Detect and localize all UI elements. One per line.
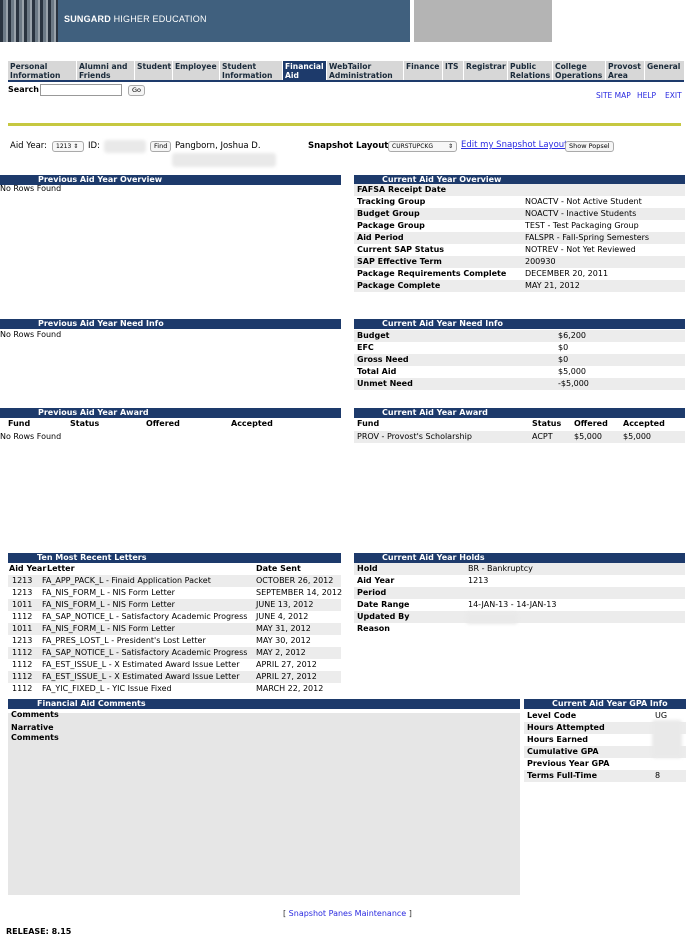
letter-row: 1011 FA_NIS_FORM_L - NIS Form Letter JUNE … [8,599,341,611]
gpa-row: Terms Full-Time 8 [524,770,686,782]
cur-award-header: Current Aid Year Award [354,408,685,418]
overview-row: SAP Effective Term 200930 [354,256,685,268]
student-name: Pangborn, Joshua D. [175,141,261,151]
letter-row: 1011 FA_NIS_FORM_L - NIS Form Letter MAY 3… [8,623,341,635]
overview-row: Tracking Group NOACTV - Not Active Studen… [357,197,642,206]
snapshot-panes-maintenance-link[interactable]: Snapshot Panes Maintenance [289,909,407,918]
go-button[interactable]: Go [128,85,146,96]
letters-header-row: Aid Year Letter Date Sent [9,564,301,573]
letter-row: 1213 FA_APP_PACK_L - Finaid Application P… [8,575,341,587]
tab-alumni-and-friends[interactable]: Alumni and Friends [77,61,134,80]
letters-header: Ten Most Recent Letters [8,553,341,563]
overview-row: Budget Group NOACTV - Inactive Students [354,208,685,220]
award-row: PROV - Provost's Scholarship ACPT $5,000 $5… [354,431,685,443]
snapshot-layout-label: Snapshot Layout: [308,141,392,151]
prev-award-header: Previous Aid Year Award [0,408,341,418]
search-input[interactable] [40,84,122,96]
banner-side-block [414,0,552,42]
tab-finance[interactable]: Finance [404,61,442,80]
tab-student[interactable]: Student [135,61,172,80]
comments-label: Comments [11,710,59,719]
gpa-row: Previous Year GPA [527,759,610,768]
aid-year-select[interactable]: 1213 ⇕ [52,141,84,152]
redacted-text [466,612,518,624]
select-arrows-icon: ⇕ [447,143,453,150]
no-rows-found: No Rows Found [0,330,62,339]
narrative-comments-label: Narrative Comments [11,723,59,742]
letter-row: 1213 FA_PRES_LOST_L - President's Lost Le… [12,636,311,645]
comments-header: Financial Aid Comments [8,699,520,709]
tab-its[interactable]: ITS [443,61,463,80]
select-arrows-icon: ⇕ [73,143,79,150]
comments-text-area [8,713,520,895]
hold-row: Period [354,587,685,599]
tab-public-relations[interactable]: Public Relations [508,61,552,80]
banner-logo: SUNGARD HIGHER EDUCATION [64,14,207,24]
overview-row: FAFSA Receipt Date [354,184,685,196]
need-row: Unmet Need -$5,000 [354,378,685,390]
letter-row: 1213 FA_NIS_FORM_L - NIS Form Letter SEPTE… [12,588,343,597]
hold-row: Reason [357,624,390,633]
tab-underline [8,80,684,82]
overview-row: Package Requirements Complete DECEMBER 20… [357,269,609,278]
footer-link-wrapper: [ Snapshot Panes Maintenance ] [283,909,412,918]
award-header-row: Fund Status Offered Accepted [357,419,665,428]
prev-need-header: Previous Aid Year Need Info [0,319,341,329]
banner-photo [0,0,58,42]
gpa-header: Current Aid Year GPA Info [524,699,686,709]
award-header-row: Fund Status Offered Accepted [8,419,273,428]
find-button[interactable]: Find [150,141,172,152]
letter-row: 1112 FA_SAP_NOTICE_L - Satisfactory Acade… [8,647,341,659]
search-label: Search [8,85,39,94]
tab-financial-aid[interactable]: Financial Aid [283,61,326,80]
letter-row: 1112 FA_EST_ISSUE_L - X Estimated Award I… [12,660,317,669]
edit-snapshot-layout-link[interactable]: Edit my Snapshot Layout [461,140,568,150]
no-rows-found: No Rows Found [0,184,62,193]
overview-row: Package Complete MAY 21, 2012 [354,280,685,292]
id-input[interactable] [104,140,146,153]
need-row: Total Aid $5,000 [357,367,586,376]
overview-row: Package Group TEST - Test Packaging Group [357,221,639,230]
no-rows-found: No Rows Found [0,432,62,441]
tab-general[interactable]: General [645,61,684,80]
tab-registrar[interactable]: Registrar [464,61,507,80]
id-label: ID: [88,141,100,151]
cur-need-header: Current Aid Year Need Info [354,319,685,329]
show-popsel-button[interactable]: Show Popsel [565,141,614,152]
tab-college-operations[interactable]: College Operations [553,61,605,80]
letter-row: 1112 FA_SAP_NOTICE_L - Satisfactory Acade… [12,612,309,621]
divider [8,123,681,126]
snapshot-layout-select[interactable]: CURSTUPCKG ⇕ [388,141,457,152]
tab-webtailor-administration[interactable]: WebTailor Administration [327,61,403,80]
overview-row: Current SAP Status NOTREV - Not Yet Revie… [357,245,636,254]
redacted-values [652,720,682,758]
need-row: EFC $0 [357,343,569,352]
help-link[interactable]: HELP [637,91,656,100]
need-row: Gross Need $0 [354,354,685,366]
hold-row: Date Range 14-JAN-13 - 14-JAN-13 [357,600,557,609]
aid-year-label: Aid Year: [10,141,47,151]
tab-personal-information[interactable]: Personal Information [8,61,76,80]
exit-link[interactable]: EXIT [665,91,682,100]
letter-row: 1112 FA_YIC_FIXED_L - YIC Issue Fixed MARC… [12,684,324,693]
aid-year-value: 1213 [56,143,72,150]
need-row: Budget $6,200 [354,330,685,342]
site-map-link[interactable]: SITE MAP [596,91,631,100]
tab-provost-area[interactable]: Provost Area [606,61,644,80]
hold-row: Updated By [354,611,685,623]
overview-row: Aid Period FALSPR - Fall-Spring Semesters [354,232,685,244]
tab-employee[interactable]: Employee [173,61,219,80]
tab-student-information[interactable]: Student Information [220,61,282,80]
letter-row: 1112 FA_EST_ISSUE_L - X Estimated Award I… [8,671,341,683]
redacted-text [172,153,276,167]
snapshot-layout-value: CURSTUPCKG [392,143,434,150]
hold-row: Aid Year 1213 [357,576,489,585]
holds-header: Current Aid Year Holds [354,553,685,563]
hold-row: Hold BR - Bankruptcy [354,563,685,575]
